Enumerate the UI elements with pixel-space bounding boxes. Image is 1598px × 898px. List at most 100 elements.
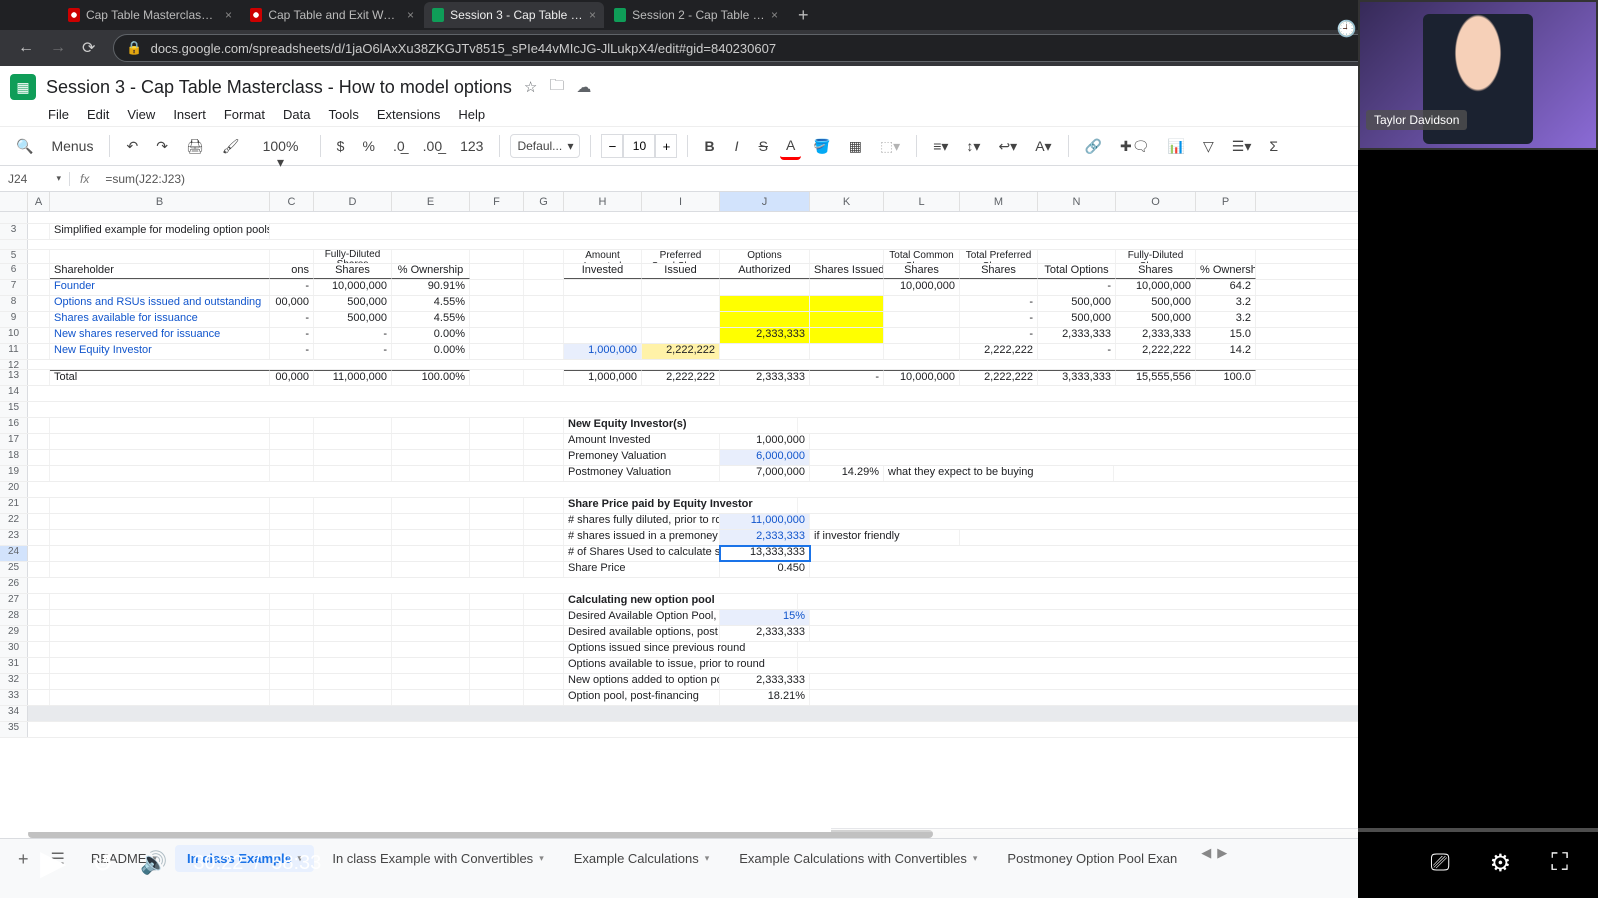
browser-tab-0[interactable]: Cap Table Masterclass - How× [60,2,240,28]
cell-reference-box[interactable]: J24▾ [0,172,70,186]
italic-button[interactable]: I [727,134,747,158]
col-header-K[interactable]: K [810,192,884,211]
cast-button[interactable]: ⎚ [1430,849,1449,878]
reload-button[interactable]: ⟳ [82,38,95,58]
paint-format-button[interactable]: 🖌 [216,134,246,159]
play-button[interactable]: ▶ [40,843,66,883]
search-icon[interactable]: 🔍 [10,134,39,159]
select-all-cell[interactable] [0,192,28,211]
col-header-O[interactable]: O [1116,192,1196,211]
print-button[interactable]: 🖨 [180,134,210,159]
new-tab-button[interactable]: + [788,5,819,26]
col-header-H[interactable]: H [564,192,642,211]
functions-button[interactable]: Σ [1263,134,1284,158]
doc-title[interactable]: Session 3 - Cap Table Masterclass - How … [46,77,512,98]
browser-tab-2[interactable]: Session 3 - Cap Table Maste× [424,2,604,28]
fx-icon: fx [70,172,99,186]
close-icon[interactable]: × [225,8,232,22]
menus-label: Menus [45,134,99,158]
chart-button[interactable]: 📊 [1162,134,1191,159]
formula-bar[interactable]: =sum(J22:J23) [99,172,191,186]
url-text: docs.google.com/spreadsheets/d/1jaO6lAxX… [151,41,776,56]
speaker-name-label: Taylor Davidson [1366,110,1467,130]
history-icon[interactable]: 🕘 [1336,19,1356,39]
video-sidebar [1358,150,1598,898]
row-header[interactable]: 3 [0,224,28,239]
menu-extensions[interactable]: Extensions [377,107,441,122]
menu-file[interactable]: File [48,107,69,122]
address-bar[interactable]: 🔒 docs.google.com/spreadsheets/d/1jaO6lA… [113,34,1482,62]
video-progress-bar[interactable] [0,828,1598,832]
strikethrough-button[interactable]: S [753,134,774,158]
row-header[interactable] [0,212,28,223]
col-header-D[interactable]: D [314,192,392,211]
wrap-button[interactable]: ↩▾ [992,134,1023,159]
active-cell[interactable]: 13,333,333 [720,546,810,561]
menu-insert[interactable]: Insert [173,107,206,122]
link-button[interactable]: 🔗 [1079,134,1108,159]
settings-icon[interactable]: ⚙ [1490,849,1512,878]
redo-button[interactable]: ↷ [150,134,174,159]
close-icon[interactable]: × [589,8,596,22]
filter-views-button[interactable]: ☰▾ [1226,134,1258,159]
decrease-font-button[interactable]: − [601,134,623,158]
menu-data[interactable]: Data [283,107,310,122]
table-cell[interactable]: Founder [50,280,270,295]
menu-format[interactable]: Format [224,107,265,122]
video-time: 30:22 / 58:33 [193,852,321,875]
volume-button[interactable]: 🔊 [140,850,167,876]
bold-button[interactable]: B [698,134,720,158]
col-header-I[interactable]: I [642,192,720,211]
zoom-select[interactable]: 100% ▾ [252,134,310,158]
cloud-status-icon: ☁ [576,78,591,96]
font-size-input[interactable] [623,134,655,158]
menu-view[interactable]: View [127,107,155,122]
forward-button[interactable]: → [50,39,66,57]
increase-decimal-button[interactable]: .00̲ [417,134,448,158]
col-header-P[interactable]: P [1196,192,1256,211]
lock-icon: 🔒 [126,40,142,56]
borders-button[interactable]: ▦ [843,134,868,159]
back-button[interactable]: ← [18,39,34,57]
menu-help[interactable]: Help [458,107,485,122]
merge-button[interactable]: ⬚▾ [874,134,906,159]
close-icon[interactable]: × [407,8,414,22]
filter-button[interactable]: ▽ [1197,134,1220,159]
star-icon[interactable]: ☆ [524,78,537,96]
col-header-G[interactable]: G [524,192,564,211]
sheets-logo-icon[interactable]: ▦ [10,74,36,100]
col-header-B[interactable]: B [50,192,270,211]
col-header-E[interactable]: E [392,192,470,211]
webcam-overlay: Taylor Davidson [1358,0,1598,150]
undo-button[interactable]: ↶ [120,134,144,159]
rotate-button[interactable]: A▾ [1029,134,1057,159]
col-header-A[interactable]: A [28,192,50,211]
decrease-decimal-button[interactable]: .0̲ [387,134,411,158]
fill-color-button[interactable]: 🪣 [807,134,836,159]
col-header-J[interactable]: J [720,192,810,211]
browser-tab-1[interactable]: Cap Table and Exit Waterfall× [242,2,422,28]
col-header-C[interactable]: C [270,192,314,211]
col-header-M[interactable]: M [960,192,1038,211]
menu-tools[interactable]: Tools [328,107,358,122]
increase-font-button[interactable]: + [655,134,677,158]
replay-10-button[interactable]: ↺10 [92,848,114,879]
col-header-L[interactable]: L [884,192,960,211]
text-color-button[interactable]: A [780,133,801,160]
comment-button[interactable]: ✚🗨 [1114,134,1156,159]
fullscreen-button[interactable]: ⛶ [1551,849,1568,878]
table-cell[interactable]: Simplified example for modeling option p… [50,224,270,239]
font-select[interactable]: Defaul...▾ [510,134,580,158]
col-header-F[interactable]: F [470,192,524,211]
more-formats-button[interactable]: 123 [454,134,489,158]
browser-tab-3[interactable]: Session 2 - Cap Table Maste× [606,2,786,28]
valign-button[interactable]: ↕▾ [960,134,986,159]
percent-button[interactable]: % [357,134,381,158]
col-header-N[interactable]: N [1038,192,1116,211]
currency-button[interactable]: $ [331,134,351,158]
halign-button[interactable]: ≡▾ [927,134,954,159]
move-icon[interactable]: 🗀 [549,75,564,100]
video-controls: ▶ ↺10 🔊 30:22 / 58:33 ⎚ ⚙ ⛶ [0,828,1598,898]
menu-edit[interactable]: Edit [87,107,109,122]
close-icon[interactable]: × [771,8,778,22]
